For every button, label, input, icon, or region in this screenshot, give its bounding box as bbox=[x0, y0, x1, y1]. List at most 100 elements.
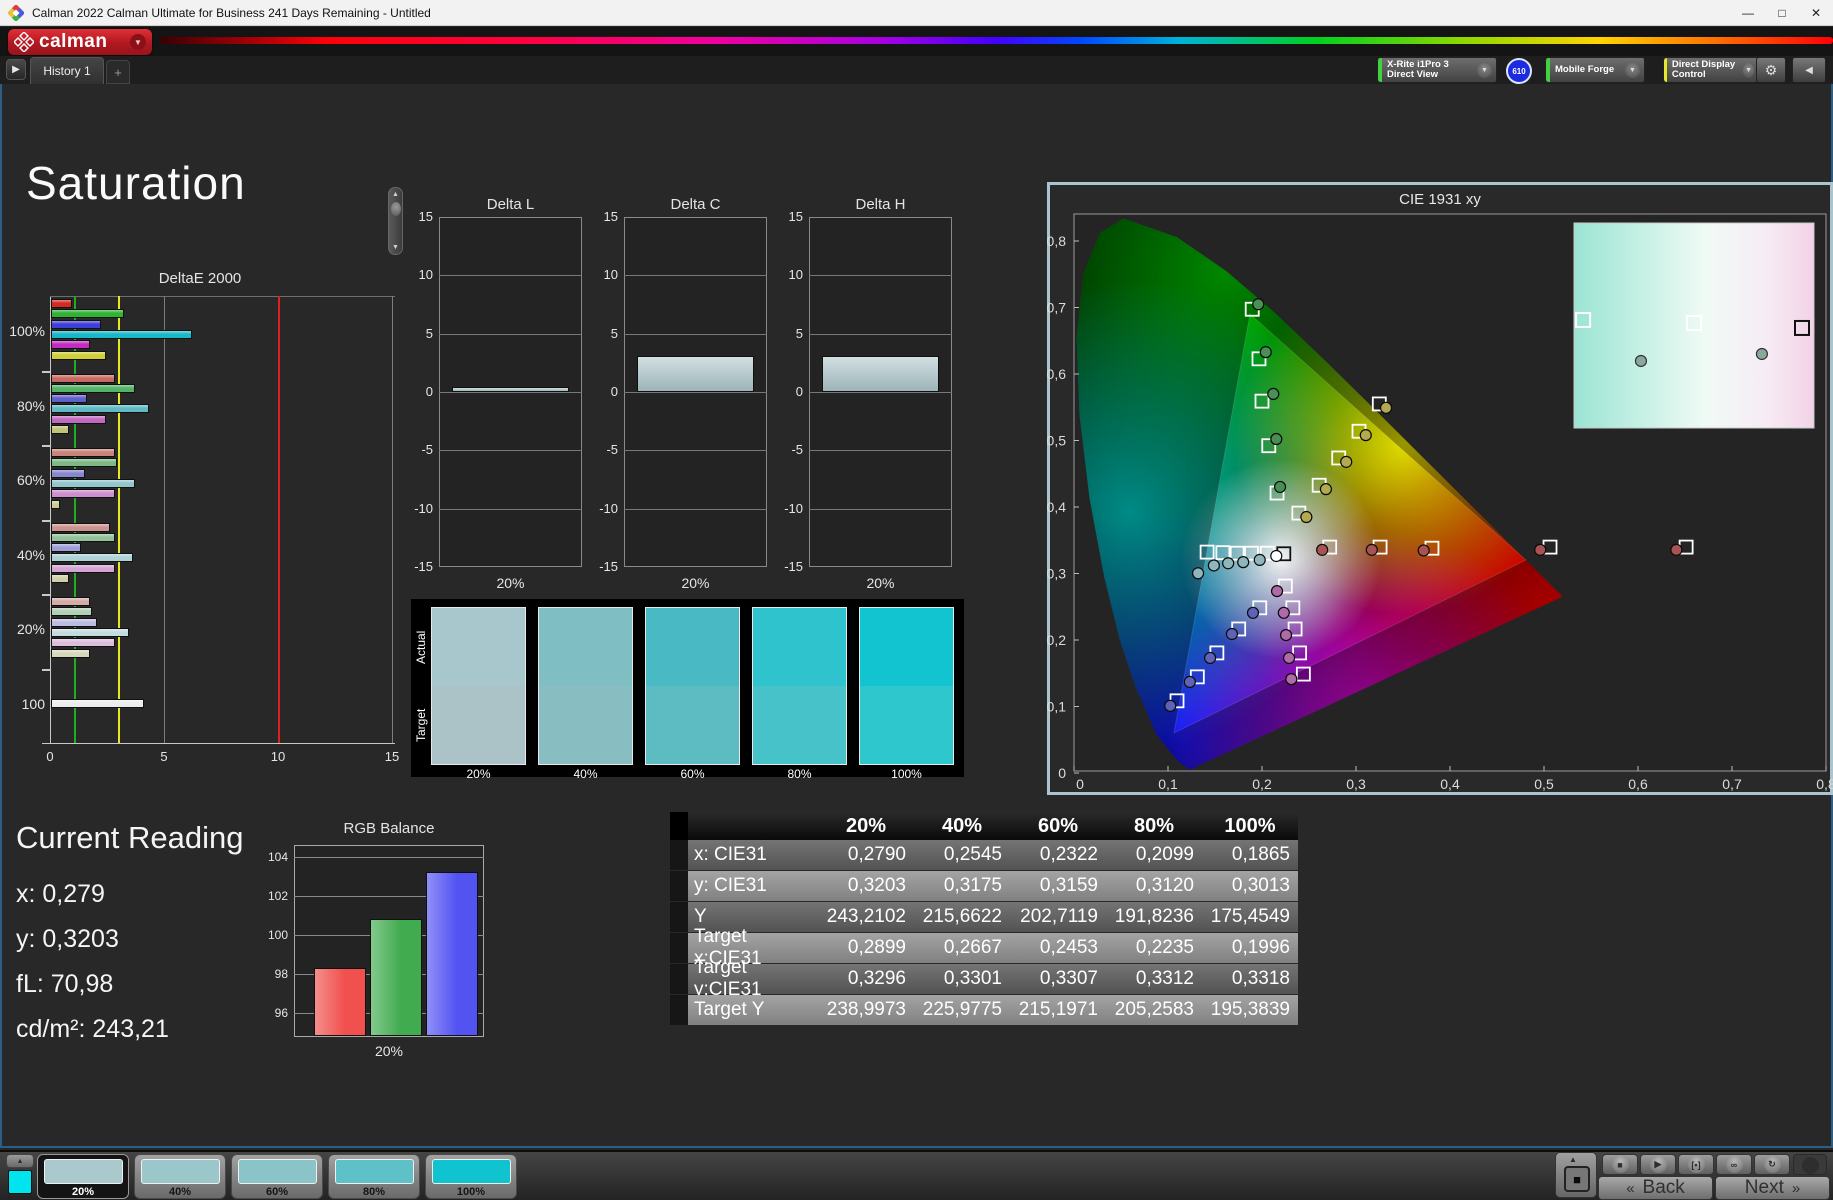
delta-bar bbox=[452, 387, 569, 392]
tab-add-button[interactable]: + bbox=[106, 60, 130, 84]
delta-gridline bbox=[439, 392, 582, 393]
swatch-caption: 80% bbox=[787, 767, 812, 781]
delta-gridline bbox=[624, 508, 767, 510]
cyan-measured bbox=[1237, 556, 1250, 569]
calman-dropdown-icon[interactable]: ▼ bbox=[130, 34, 146, 50]
swatch-caption: 40% bbox=[573, 767, 598, 781]
pattern-list-up-button[interactable]: ▲ bbox=[6, 1154, 34, 1168]
play-icon: ▶ bbox=[1649, 1156, 1667, 1173]
deltae-bar bbox=[51, 698, 145, 708]
rgb-gridline bbox=[294, 856, 484, 858]
delta-gridline bbox=[439, 450, 582, 452]
minimize-button[interactable]: — bbox=[1731, 0, 1765, 26]
magenta-measured bbox=[1282, 651, 1296, 665]
cie-x-tick-label: 0 bbox=[1076, 776, 1084, 792]
table-cell: 0,1865 bbox=[1231, 844, 1290, 865]
device-select-label: Direct Display Control bbox=[1671, 59, 1736, 80]
blue-measured bbox=[1204, 651, 1217, 665]
transport-loop-button[interactable]: ↻ bbox=[1754, 1154, 1790, 1175]
cyan-measured bbox=[1253, 553, 1266, 566]
pattern-button-swatch bbox=[44, 1159, 123, 1184]
calman-wordmark: calman bbox=[39, 31, 108, 52]
white-point-measured bbox=[1270, 549, 1283, 563]
maximize-button[interactable]: □ bbox=[1765, 0, 1799, 26]
pattern-button-60%[interactable]: 60% bbox=[231, 1154, 323, 1199]
pattern-button-40%[interactable]: 40% bbox=[134, 1154, 226, 1199]
pattern-button-20%[interactable]: 20% bbox=[37, 1154, 129, 1199]
swatch-target-half bbox=[860, 686, 953, 764]
deltae-gridline bbox=[164, 296, 165, 743]
device-select-x-rite-i1pro-3[interactable]: X-Rite i1Pro 3 Direct View ▼ bbox=[1377, 57, 1497, 83]
collapse-panel-button[interactable]: ◀ bbox=[1792, 57, 1826, 83]
table-cell: 0,3312 bbox=[1135, 968, 1194, 989]
cie-y-tick-label: 0,8 bbox=[1047, 233, 1067, 249]
deltae-bar bbox=[51, 627, 129, 637]
comparison-swatch bbox=[431, 607, 526, 765]
delta-gridline bbox=[439, 333, 582, 335]
deltae-group-label: 100 bbox=[21, 695, 45, 712]
deltae-axis-tick bbox=[42, 445, 50, 447]
table-cell: 0,2545 bbox=[943, 844, 1002, 865]
history-expand-button[interactable]: ▶ bbox=[6, 59, 26, 80]
swatch-caption: 20% bbox=[466, 767, 491, 781]
deltae-bar bbox=[51, 425, 70, 434]
cie-x-tick-label: 0,3 bbox=[1346, 776, 1366, 792]
back-button[interactable]: « Back bbox=[1598, 1176, 1713, 1200]
deltae-bar bbox=[51, 319, 102, 329]
device-status-accent bbox=[1664, 58, 1667, 82]
table-row-label: x: CIE31 bbox=[694, 844, 767, 865]
table-cell: 0,3159 bbox=[1039, 875, 1098, 896]
swatch-target-half bbox=[753, 686, 846, 764]
chevron-down-icon[interactable]: ▼ bbox=[1477, 62, 1492, 78]
back-label: Back bbox=[1642, 1177, 1685, 1198]
pattern-window-button[interactable]: ■ bbox=[1564, 1166, 1590, 1192]
deltae-x-tick-label: 15 bbox=[384, 749, 400, 764]
scroll-up-icon[interactable]: ▲ bbox=[390, 189, 401, 200]
delta-y-tick-label: 5 bbox=[425, 325, 433, 341]
transport-stop-button[interactable]: ■ bbox=[1602, 1154, 1638, 1175]
pattern-button-80%[interactable]: 80% bbox=[328, 1154, 420, 1199]
deltae-bar bbox=[51, 448, 115, 457]
transport-play-button[interactable]: ▶ bbox=[1640, 1154, 1676, 1175]
cie-chart-title: CIE 1931 xy bbox=[1399, 191, 1481, 208]
rgb-y-tick-label: 104 bbox=[267, 849, 288, 864]
chevron-down-icon[interactable]: ▼ bbox=[1743, 62, 1754, 78]
pattern-button-label: 40% bbox=[168, 1186, 192, 1198]
pattern-window-up-icon[interactable]: ▲ bbox=[1569, 1155, 1577, 1164]
pattern-button-100%[interactable]: 100% bbox=[425, 1154, 517, 1199]
red-measured bbox=[1670, 543, 1683, 556]
deltae-bar bbox=[51, 499, 61, 509]
transport-read-continuous-button[interactable]: ∞ bbox=[1716, 1154, 1752, 1175]
calman-menu-button[interactable]: calman ▼ bbox=[8, 29, 152, 55]
delta-gridline bbox=[439, 508, 582, 510]
delta-x-label: 20% bbox=[681, 575, 710, 591]
cyan-measured bbox=[1207, 559, 1220, 572]
comparison-swatch bbox=[645, 607, 740, 765]
magenta-measured bbox=[1285, 672, 1298, 686]
delta-y-tick-label: -10 bbox=[784, 500, 803, 516]
deltae-bar bbox=[51, 299, 72, 308]
deltae-chart-title: DeltaE 2000 bbox=[158, 270, 242, 287]
close-button[interactable]: ✕ bbox=[1799, 0, 1833, 26]
table-cell: 0,2235 bbox=[1135, 937, 1194, 958]
device-select-direct-display-control[interactable]: Direct Display Control ▼ bbox=[1663, 57, 1759, 83]
cie-y-tick-label: 0,1 bbox=[1047, 699, 1067, 715]
settings-gear-button[interactable]: ⚙ bbox=[1756, 57, 1786, 83]
chevron-down-icon[interactable]: ▼ bbox=[1625, 62, 1640, 78]
back-arrow-icon: « bbox=[1626, 1179, 1635, 1197]
magenta-measured bbox=[1277, 606, 1290, 619]
deltae-ref-yellow bbox=[118, 296, 121, 743]
device-select-mobile-forge[interactable]: Mobile Forge ▼ bbox=[1545, 57, 1645, 83]
next-button[interactable]: Next » bbox=[1715, 1176, 1830, 1200]
deltae-bar bbox=[51, 329, 193, 339]
yellow-measured bbox=[1300, 510, 1313, 524]
tab-history-1[interactable]: History 1 bbox=[30, 57, 104, 84]
device-status-accent bbox=[1378, 58, 1382, 82]
scroll-down-icon[interactable]: ▼ bbox=[390, 242, 401, 253]
cie-x-tick-label: 0,2 bbox=[1252, 776, 1272, 792]
deltae-ref-green bbox=[73, 296, 76, 743]
swatch-target-half bbox=[539, 686, 632, 764]
swatch-target-half bbox=[646, 686, 739, 764]
deltae-group-label: 80% bbox=[16, 397, 45, 414]
transport-read-single-button[interactable]: [•] bbox=[1678, 1154, 1714, 1175]
